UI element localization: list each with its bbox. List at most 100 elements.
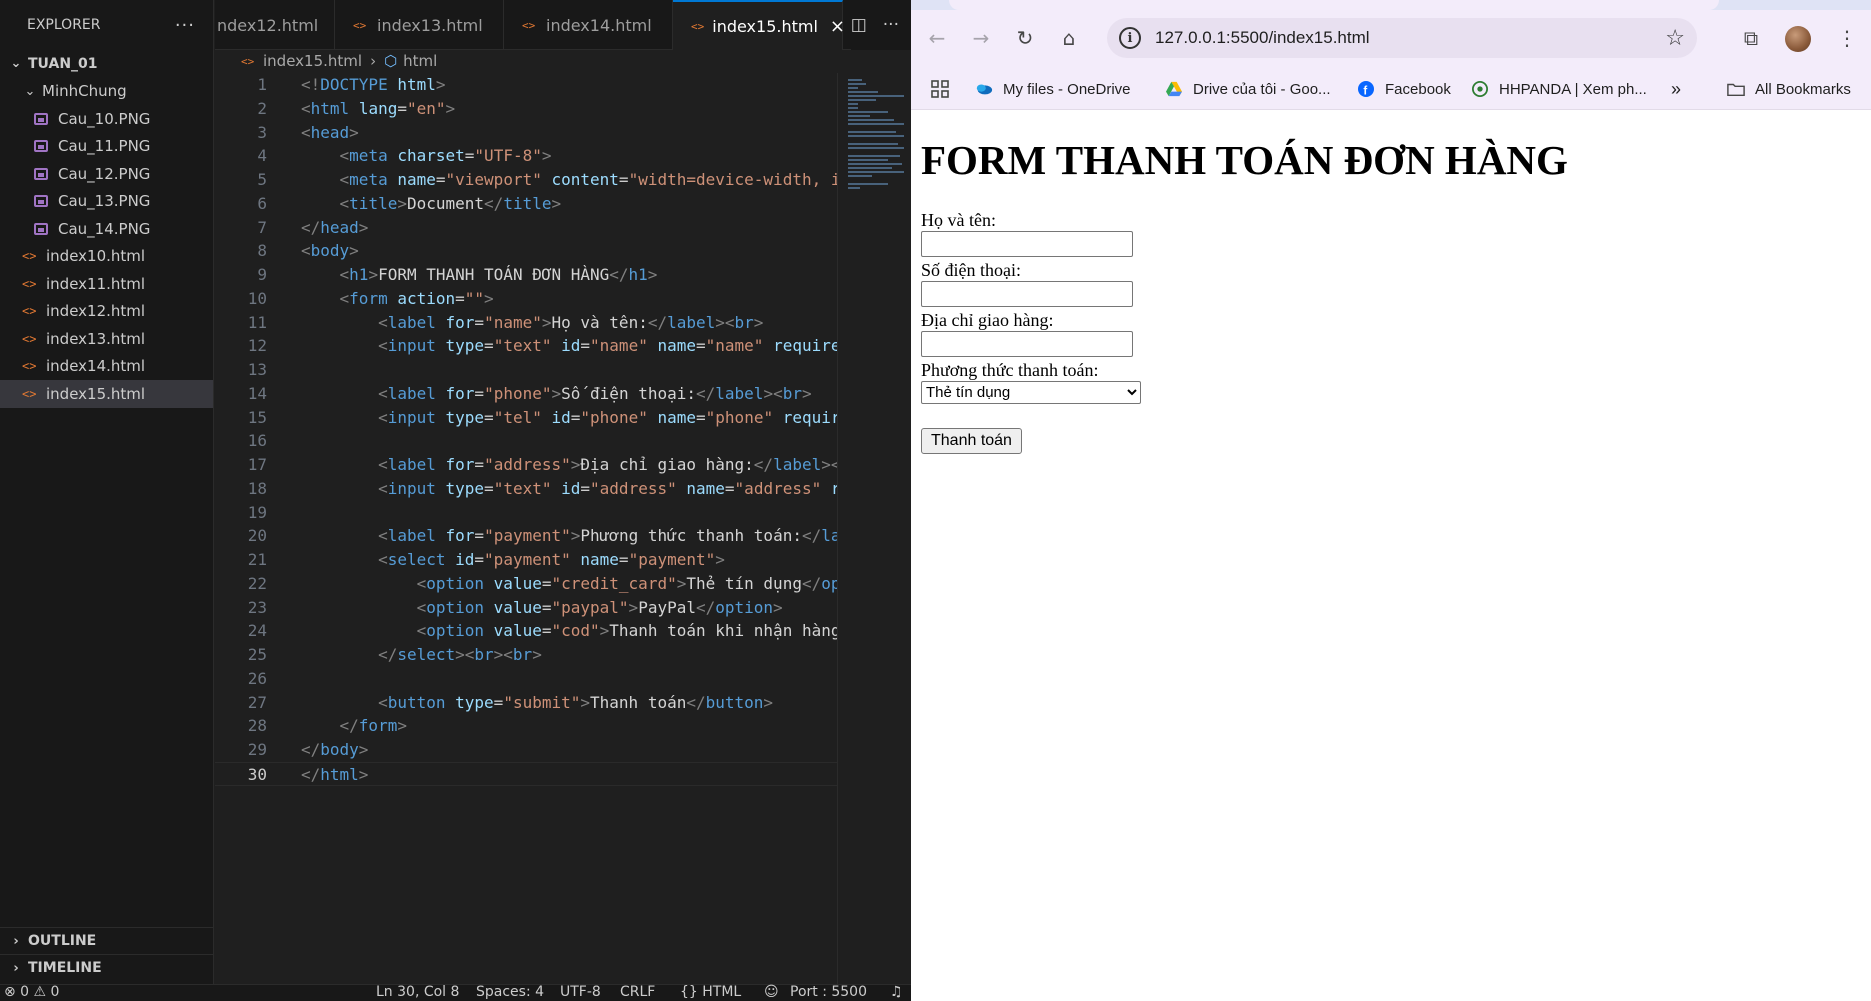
all-bookmarks[interactable]: All Bookmarks (1727, 76, 1851, 102)
code-line: 9 <h1>FORM THANH TOÁN ĐƠN HÀNG</h1> (215, 263, 837, 287)
line-number: 15 (247, 407, 267, 427)
tab-label: index14.html (546, 15, 652, 35)
bookmark-star-icon[interactable]: ☆ (1665, 26, 1685, 51)
address-label: Địa chỉ giao hàng: (921, 310, 1054, 331)
tree-item-html[interactable]: <> index12.html (0, 298, 213, 326)
submit-button[interactable]: Thanh toán (921, 428, 1022, 455)
tree-item-html[interactable]: <> index14.html (0, 353, 213, 381)
apps-grid-icon[interactable] (931, 76, 949, 102)
timeline-section[interactable]: › TIMELINE (0, 954, 214, 981)
bookmark-label: All Bookmarks (1755, 80, 1851, 98)
minimap-line (848, 91, 878, 93)
address-input[interactable] (921, 331, 1133, 358)
payment-select[interactable]: Thẻ tín dụng (921, 381, 1141, 405)
html-file-icon: <> (22, 304, 37, 319)
onedrive-icon (976, 84, 993, 95)
minimap-line (848, 147, 904, 149)
problems-status[interactable]: ⊗ 0 ⚠ 0 (4, 984, 59, 1000)
chevron-down-icon: ⌄ (24, 83, 36, 99)
name-input[interactable] (921, 231, 1133, 258)
url-text[interactable]: 127.0.0.1:5500/index15.html (1155, 28, 1370, 48)
extensions-icon[interactable]: ⧉ (1733, 20, 1769, 56)
payment-label: Phương thức thanh toán: (921, 360, 1099, 381)
back-icon[interactable]: ← (919, 20, 955, 56)
minimap-line (848, 187, 860, 189)
home-icon[interactable]: ⌂ (1051, 20, 1087, 56)
tree-item-image[interactable]: Cau_13.PNG (0, 188, 213, 216)
minimap-line (848, 119, 894, 121)
more-bookmarks-icon[interactable]: » (1671, 76, 1681, 102)
menu-kebab-icon[interactable]: ⋮ (1829, 20, 1865, 56)
line-number: 13 (247, 360, 267, 379)
editor-tab-bar: ndex12.html <> index13.html <> index14.h… (215, 0, 911, 50)
hhpanda-icon (1472, 81, 1488, 97)
code-line-current: 30 </html> (215, 761, 837, 786)
tab-index13[interactable]: <> index13.html (335, 0, 504, 50)
code-token: Thanh toán (590, 692, 687, 712)
language-status[interactable]: {} HTML (680, 984, 741, 1000)
tree-item-image[interactable]: Cau_10.PNG (0, 105, 213, 133)
copilot-icon[interactable]: ☺ (764, 984, 779, 1000)
vscode-window: EXPLORER ··· ⌄ TUAN_01 ⌄ MinhChung Cau_1… (0, 0, 911, 1001)
html-file-icon: <> (691, 19, 705, 33)
chevron-right-icon: › (13, 960, 19, 976)
port-status[interactable]: Port : 5500 (790, 984, 867, 1000)
code-line: 6 <title>Document</title> (215, 192, 837, 216)
bell-icon[interactable]: ♫ (890, 984, 903, 1000)
bookmark-hhpanda[interactable]: HHPANDA | Xem ph... (1471, 76, 1647, 102)
reload-icon[interactable]: ↻ (1007, 20, 1043, 56)
html-file-icon: <> (22, 359, 37, 374)
line-number: 19 (247, 502, 267, 522)
tree-item-html[interactable]: <> index13.html (0, 325, 213, 353)
tree-item-html[interactable]: <> index11.html (0, 270, 213, 298)
more-actions-icon[interactable]: ··· (883, 15, 899, 35)
line-number: 7 (257, 217, 267, 237)
close-icon[interactable]: × (830, 16, 845, 37)
bookmark-google-drive[interactable]: Drive của tôi - Goo... (1165, 76, 1331, 102)
bookmark-onedrive[interactable]: My files - OneDrive (975, 76, 1131, 102)
bookmark-facebook[interactable]: f Facebook (1357, 76, 1451, 102)
eol-status[interactable]: CRLF (620, 984, 655, 1000)
status-bar: ⊗ 0 ⚠ 0 Ln 30, Col 8 Spaces: 4 UTF-8 CRL… (0, 984, 911, 1001)
more-actions-icon[interactable]: ··· (175, 15, 195, 36)
browser-active-tab[interactable] (949, 0, 1719, 10)
outline-section[interactable]: › OUTLINE (0, 927, 214, 954)
minimap-line (848, 183, 888, 185)
code-editor[interactable]: 1 <!DOCTYPE html> 2 <html lang="en"> 3 <hea… (215, 73, 837, 786)
code-token: Địa chỉ giao hàng: (580, 455, 754, 474)
address-bar[interactable]: i 127.0.0.1:5500/index15.html ☆ (1107, 18, 1697, 58)
line-number: 17 (247, 455, 267, 474)
avatar[interactable] (1785, 26, 1811, 52)
html-file-icon: <> (22, 331, 37, 346)
breadcrumb-file[interactable]: index15.html (263, 52, 362, 70)
forward-icon[interactable]: → (963, 20, 999, 56)
chevron-right-icon: › (13, 933, 19, 949)
folder-minhchung[interactable]: ⌄ MinhChung (0, 78, 213, 106)
tree-item-html-active[interactable]: <> index15.html (0, 380, 213, 408)
tree-item-image[interactable]: Cau_14.PNG (0, 215, 213, 243)
cursor-position[interactable]: Ln 30, Col 8 (376, 984, 459, 1000)
outline-label: OUTLINE (28, 933, 97, 949)
breadcrumb-symbol[interactable]: html (403, 52, 437, 70)
tree-item-label: Cau_13.PNG (58, 192, 151, 211)
html-file-icon: <> (22, 386, 37, 401)
phone-input[interactable] (921, 281, 1133, 308)
tab-index15[interactable]: <> index15.html × (673, 0, 845, 50)
tree-item-image[interactable]: Cau_12.PNG (0, 160, 213, 188)
split-editor-icon[interactable]: ◫ (851, 15, 867, 35)
folder-root[interactable]: ⌄ TUAN_01 (0, 50, 213, 78)
line-number: 8 (257, 241, 267, 261)
tab-index14[interactable]: <> index14.html (504, 0, 673, 50)
indentation-status[interactable]: Spaces: 4 (476, 984, 544, 1000)
line-number: 11 (247, 312, 267, 332)
encoding-status[interactable]: UTF-8 (560, 984, 601, 1000)
tree-item-image[interactable]: Cau_11.PNG (0, 133, 213, 161)
code-line: 8 <body> (215, 239, 837, 263)
site-info-icon[interactable]: i (1119, 27, 1141, 49)
code-token: Thẻ tín dụng (686, 573, 802, 593)
line-number: 30 (247, 764, 267, 784)
tree-item-html[interactable]: <> index10.html (0, 243, 213, 271)
minimap[interactable] (837, 73, 911, 984)
code-token: DOCTYPE (320, 75, 388, 94)
tab-index12[interactable]: ndex12.html (215, 0, 335, 50)
